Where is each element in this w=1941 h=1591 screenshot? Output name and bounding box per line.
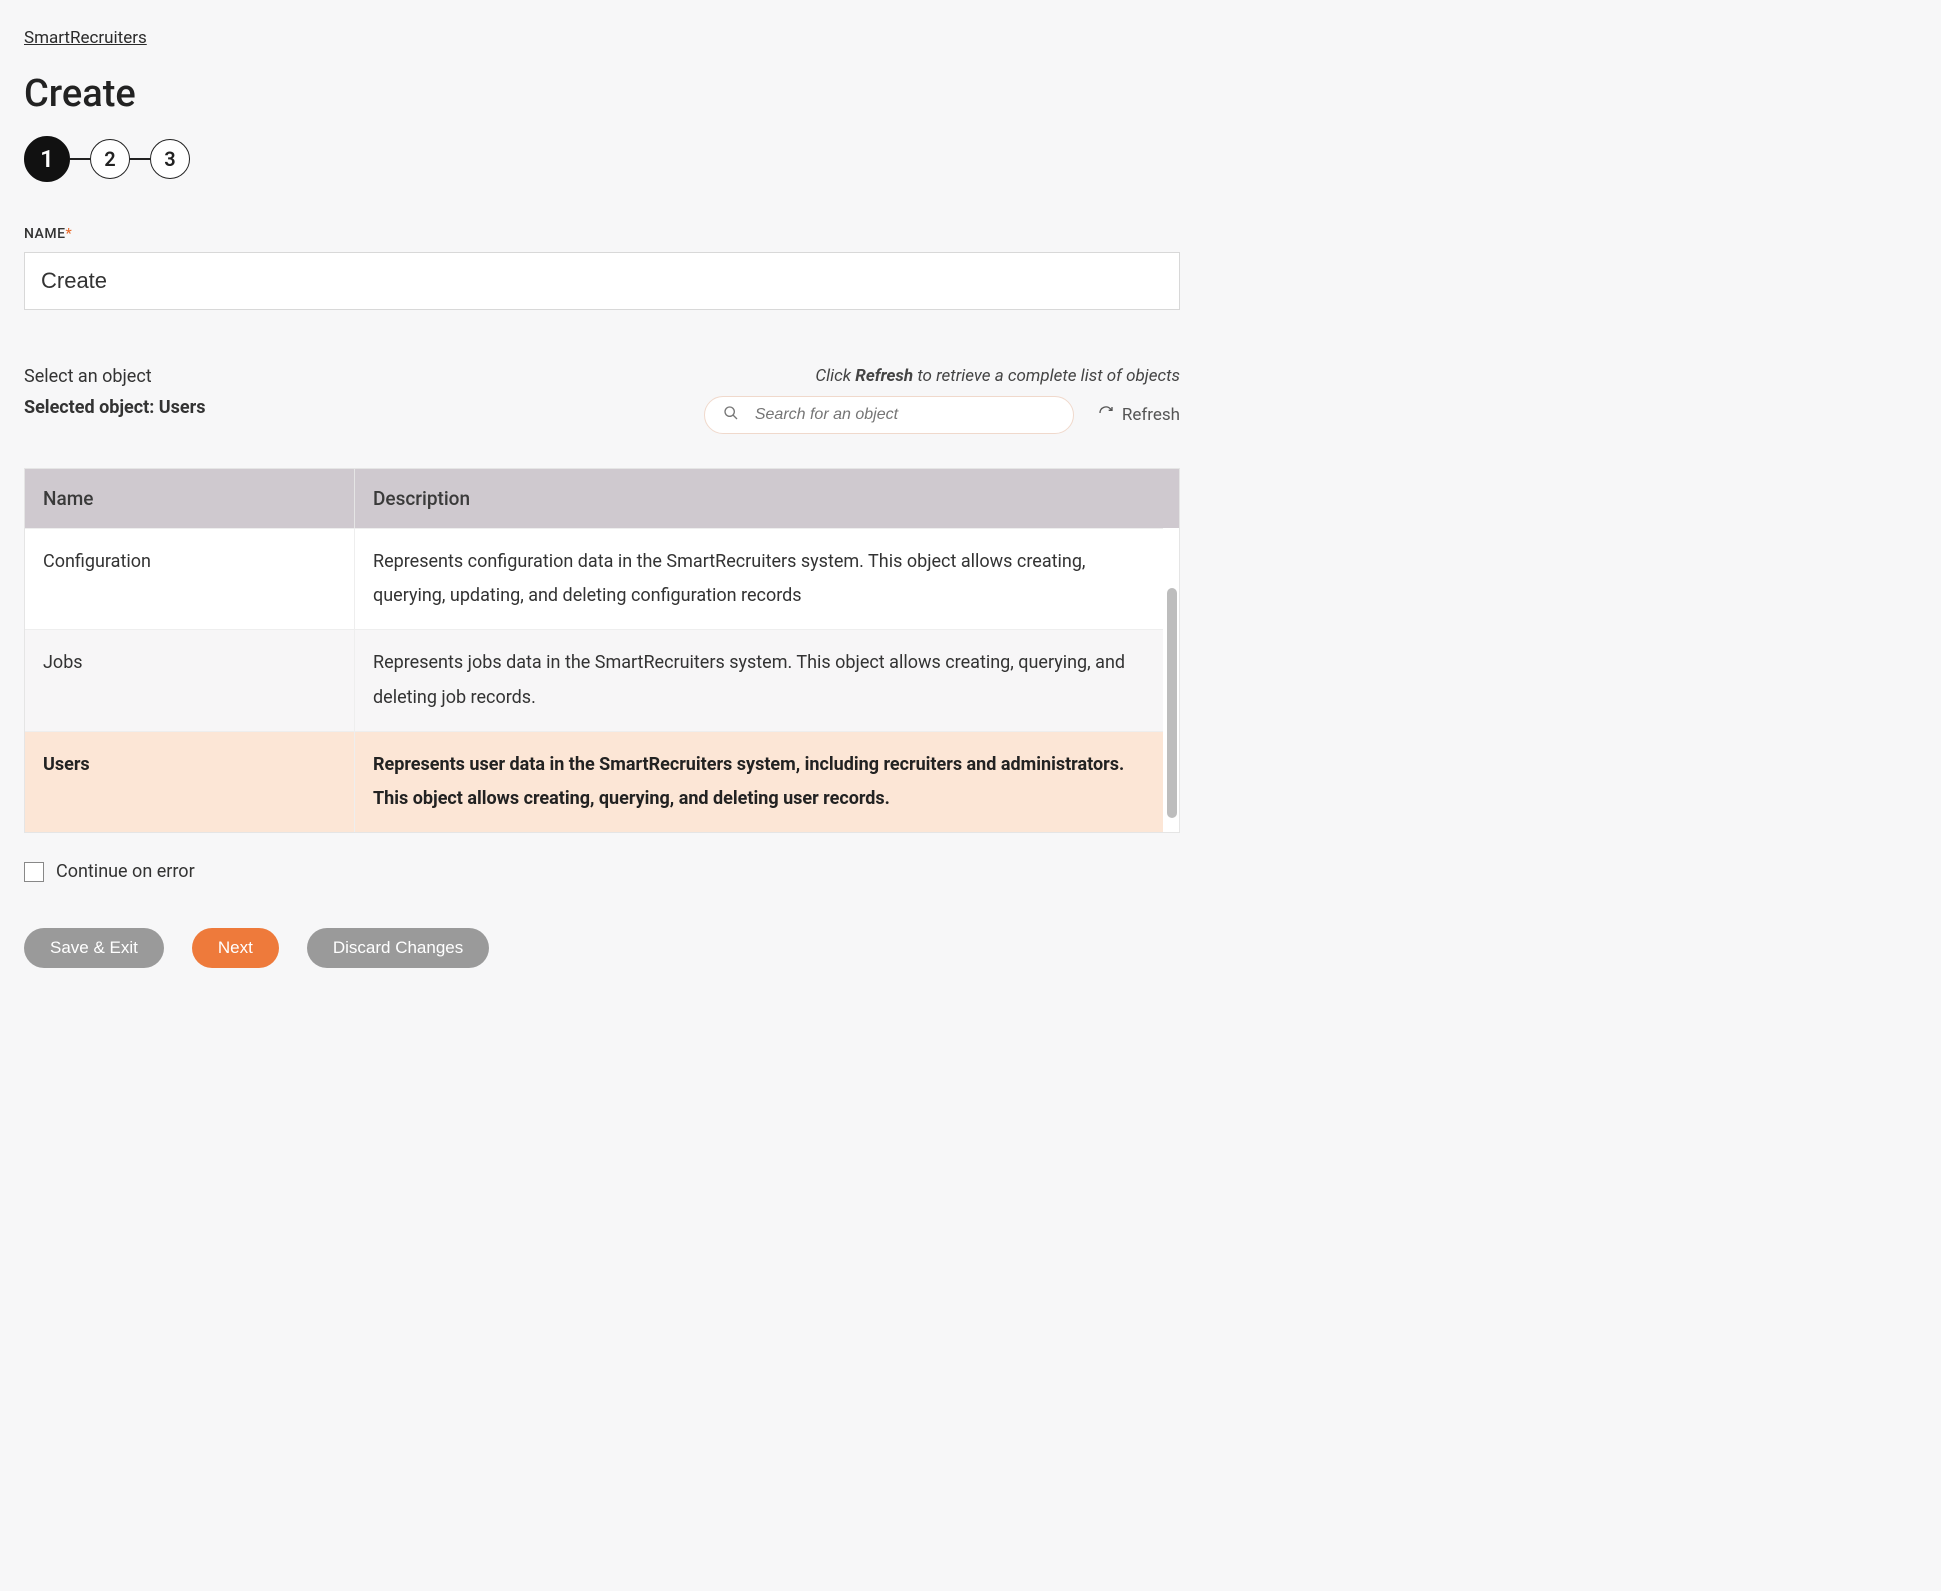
object-search-input[interactable] xyxy=(753,405,1055,425)
breadcrumb: SmartRecruiters xyxy=(24,28,1180,48)
refresh-hint: Click Refresh to retrieve a complete lis… xyxy=(704,366,1180,386)
refresh-hint-prefix: Click xyxy=(815,366,855,386)
object-table: Name Description ConfigurationRepresents… xyxy=(24,468,1180,833)
table-cell-name: Users xyxy=(25,732,355,832)
refresh-hint-suffix: to retrieve a complete list of objects xyxy=(913,366,1180,386)
table-cell-name: Configuration xyxy=(25,529,355,629)
search-icon xyxy=(723,405,739,425)
table-row[interactable]: ConfigurationRepresents configuration da… xyxy=(25,528,1163,629)
refresh-hint-bold: Refresh xyxy=(855,366,913,386)
selected-object-prefix: Selected object: xyxy=(24,397,159,418)
discard-changes-button[interactable]: Discard Changes xyxy=(307,928,489,968)
table-cell-name: Jobs xyxy=(25,630,355,730)
next-button[interactable]: Next xyxy=(192,928,279,968)
stepper-step-2[interactable]: 2 xyxy=(90,139,130,179)
name-field-label-text: NAME xyxy=(24,226,66,242)
continue-on-error-checkbox[interactable] xyxy=(24,862,44,882)
continue-on-error-label: Continue on error xyxy=(56,861,195,882)
scrollbar-thumb[interactable] xyxy=(1167,588,1177,818)
table-cell-description: Represents jobs data in the SmartRecruit… xyxy=(355,630,1163,730)
table-header-name: Name xyxy=(25,469,355,528)
save-exit-button[interactable]: Save & Exit xyxy=(24,928,164,968)
name-input[interactable] xyxy=(24,252,1180,310)
table-header: Name Description xyxy=(25,469,1179,528)
stepper: 1 2 3 xyxy=(24,136,1180,182)
required-mark: * xyxy=(66,226,73,242)
table-cell-description: Represents configuration data in the Sma… xyxy=(355,529,1163,629)
object-search-box[interactable] xyxy=(704,396,1074,434)
table-header-description: Description xyxy=(355,469,1179,528)
selected-object-value: Users xyxy=(159,397,206,418)
page-title: Create xyxy=(24,72,1180,116)
refresh-button-label: Refresh xyxy=(1122,405,1180,425)
breadcrumb-link-smartrecruiters[interactable]: SmartRecruiters xyxy=(24,28,147,48)
name-field-label: NAME* xyxy=(24,226,1180,242)
table-row[interactable]: JobsRepresents jobs data in the SmartRec… xyxy=(25,629,1163,730)
refresh-button[interactable]: Refresh xyxy=(1098,405,1180,426)
stepper-connector xyxy=(70,158,90,160)
table-scrollbar[interactable] xyxy=(1163,528,1179,832)
stepper-connector xyxy=(130,158,150,160)
selected-object-line: Selected object: Users xyxy=(24,397,205,418)
select-object-prompt: Select an object xyxy=(24,366,205,387)
table-row[interactable]: UsersRepresents user data in the SmartRe… xyxy=(25,731,1163,832)
table-cell-description: Represents user data in the SmartRecruit… xyxy=(355,732,1163,832)
stepper-step-1[interactable]: 1 xyxy=(24,136,70,182)
refresh-icon xyxy=(1098,405,1114,426)
stepper-step-3[interactable]: 3 xyxy=(150,139,190,179)
